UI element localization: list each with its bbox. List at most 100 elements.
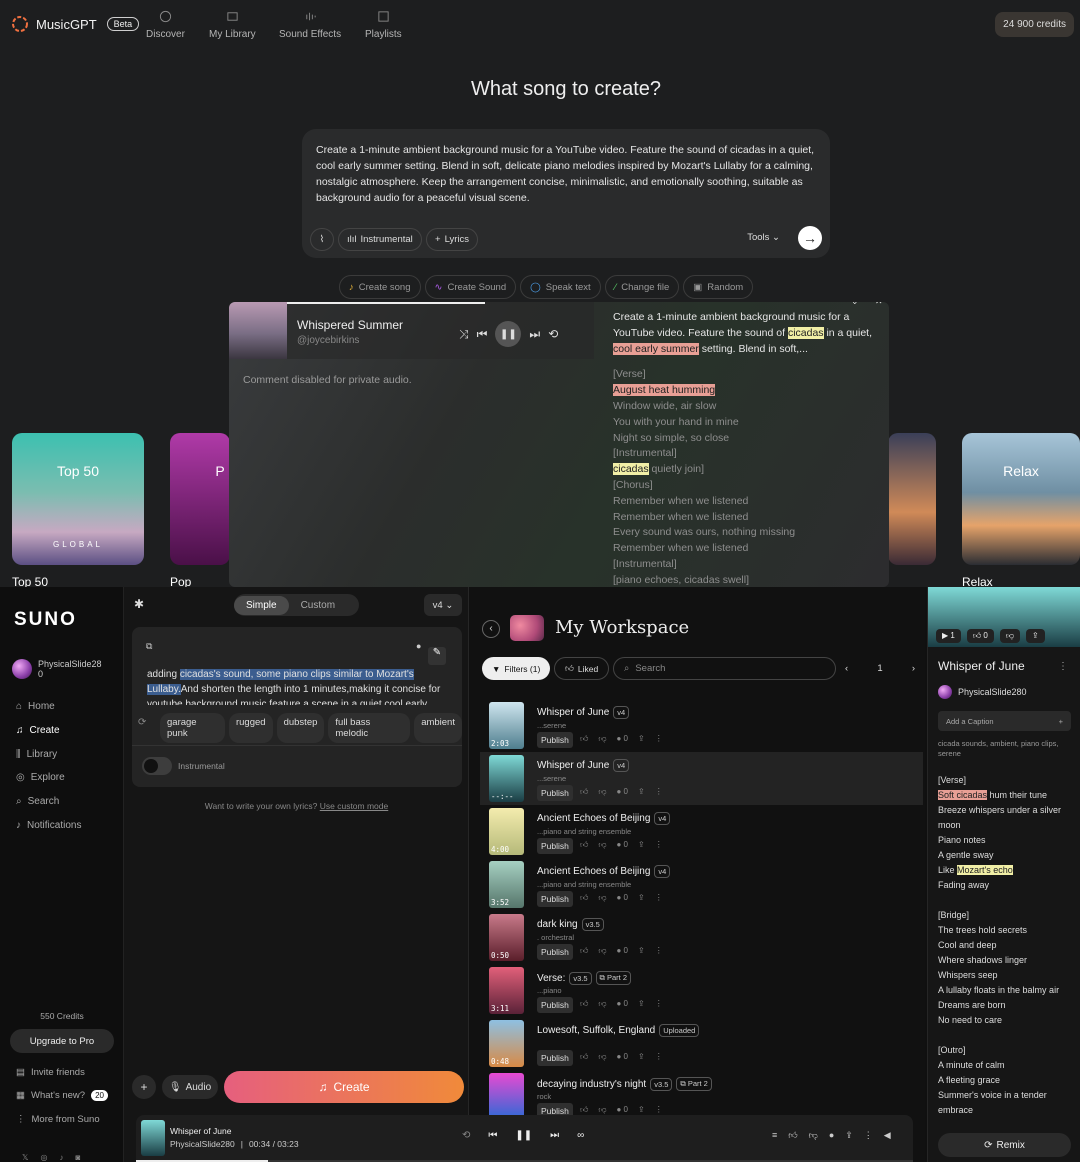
song-title[interactable]: Whisper of June v4 [537, 706, 630, 719]
more-icon[interactable]: ⋮ [655, 893, 663, 903]
chevron-right-icon[interactable]: › [912, 663, 915, 674]
audio-button[interactable]: 🎙︎ Audio [162, 1075, 218, 1099]
share-icon[interactable]: ⇪ [638, 840, 645, 850]
attach-button[interactable]: ⌇ [310, 228, 334, 251]
comment-icon[interactable]: ● 0 [617, 840, 629, 850]
song-row[interactable]: --:-- Whisper of June v4 ...serene Publish 👍︎… [480, 752, 923, 805]
share-icon[interactable]: ⇪ [638, 946, 645, 956]
song-row[interactable]: 0:50 dark king v3.5 . orchestral Publish 👍︎ 👎︎… [480, 911, 923, 964]
thumbs-up-icon[interactable]: 👍︎ [580, 840, 588, 850]
more-icon[interactable]: ⋮ [655, 787, 663, 797]
comment-icon[interactable]: ● 0 [617, 787, 629, 797]
thumbs-down-icon[interactable]: 👎︎ [598, 840, 606, 850]
thumbs-down-icon[interactable]: 👎︎ [598, 1105, 606, 1115]
refresh-icon[interactable]: ⟳ [138, 717, 146, 728]
invite-friends-link[interactable]: ▤ Invite friends [16, 1067, 85, 1078]
sidebar-item-home[interactable]: ⌂ Home [16, 701, 55, 712]
sidebar-item-library[interactable]: ⫼ Library [16, 749, 57, 760]
card-top50[interactable]: Top 50 GLOBAL [12, 433, 144, 565]
more-icon[interactable]: ⋯ [838, 302, 847, 307]
tools-dropdown[interactable]: Tools ⌄ [747, 232, 780, 243]
style-tag[interactable]: garage punk [160, 713, 225, 743]
thumbs-up-icon[interactable]: 👍︎ [788, 1130, 797, 1141]
lyrics-chip[interactable]: + Lyrics [426, 228, 479, 251]
comment-icon[interactable]: ● 0 [617, 946, 629, 956]
shuffle-icon[interactable]: ⤨ [459, 327, 469, 342]
card-pop[interactable]: P [170, 433, 230, 565]
instrumental-chip[interactable]: ılıl Instrumental [338, 228, 422, 251]
song-title[interactable]: Lowesoft, Suffolk, England Uploaded [537, 1024, 700, 1037]
share-button[interactable]: ⇪ [1026, 629, 1045, 643]
next-icon[interactable]: ⏭ [529, 327, 540, 342]
thumbs-down-icon[interactable]: 👎︎ [598, 946, 606, 956]
musicgpt-logo[interactable]: MusicGPT Beta [10, 14, 140, 34]
sidebar-item-explore[interactable]: ◎ Explore [16, 772, 65, 783]
song-row[interactable]: 3:52 Ancient Echoes of Beijing v4 ...piano … [480, 858, 923, 911]
song-title[interactable]: Ancient Echoes of Beijing v4 [537, 812, 671, 825]
custom-mode-link[interactable]: Use custom mode [320, 801, 389, 811]
song-row[interactable]: 4:00 Ancient Echoes of Beijing v4 ...piano … [480, 805, 923, 858]
share-icon[interactable]: ⇪ [638, 787, 645, 797]
copy-icon[interactable]: ⧉ [146, 641, 152, 652]
create-button[interactable]: ♫ Create [224, 1071, 464, 1103]
comment-icon[interactable]: ● 0 [617, 1052, 629, 1062]
next-icon[interactable]: ⏭ [550, 1130, 559, 1141]
previous-icon[interactable]: ⏮ [477, 327, 488, 342]
comment-icon[interactable]: ● 0 [617, 734, 629, 744]
song-row[interactable]: 2:03 Whisper of June v4 ...serene Publish 👍︎ 👎… [480, 699, 923, 752]
comment-icon[interactable]: ● [829, 1130, 834, 1141]
prompt-box[interactable]: Create a 1-minute ambient background mus… [302, 129, 830, 258]
more-icon[interactable]: ⋮ [655, 1052, 663, 1062]
caption-input[interactable]: Add a Caption + [938, 711, 1071, 731]
change-file-button[interactable]: ⁄ Change file [604, 275, 680, 299]
dislike-button[interactable]: 👎︎ [999, 629, 1020, 643]
song-title[interactable]: decaying industry's night v3.5 ⧉ Part 2 [537, 1077, 712, 1091]
sidebar-item-notifications[interactable]: ♪ Notifications [16, 820, 81, 831]
more-icon[interactable]: ⋮ [655, 840, 663, 850]
thumbs-down-icon[interactable]: 👎︎ [598, 734, 606, 744]
credits-badge[interactable]: 24 900 credits [995, 12, 1074, 37]
create-sound-button[interactable]: ∿ Create Sound [424, 275, 517, 299]
part-badge[interactable]: ⧉ Part 2 [676, 1077, 712, 1091]
chevron-left-icon[interactable]: ‹ [845, 663, 848, 674]
send-button[interactable]: → [798, 226, 822, 250]
settings-icon[interactable]: ✱ [134, 597, 144, 611]
player-user[interactable]: PhysicalSlide280 [170, 1139, 235, 1149]
thumbs-up-icon[interactable]: 👍︎ [580, 893, 588, 903]
more-icon[interactable]: ⋮ [864, 1130, 873, 1141]
card-relax[interactable]: Relax [962, 433, 1080, 565]
pause-icon[interactable]: ❚❚ [515, 1130, 532, 1141]
nav-discover[interactable]: Discover [146, 10, 185, 40]
card-label[interactable]: Relax [962, 575, 993, 587]
add-button[interactable]: + [132, 1075, 156, 1099]
filters-button[interactable]: ▼ Filters (1) [482, 657, 551, 680]
chevron-down-icon[interactable]: ⌄ [851, 302, 859, 307]
play-count[interactable]: ▶ 1 [936, 629, 961, 643]
mode-simple[interactable]: Simple [234, 595, 289, 615]
record-icon[interactable]: ● [416, 641, 421, 651]
more-icon[interactable]: ⋮ [655, 946, 663, 956]
more-icon[interactable]: ⋮ [655, 999, 663, 1009]
share-icon[interactable]: ⇪ [845, 1130, 853, 1141]
thumbs-up-icon[interactable]: 👍︎ [580, 734, 588, 744]
song-title[interactable]: dark king v3.5 [537, 918, 604, 931]
style-tag[interactable]: rugged [228, 713, 273, 743]
style-tag[interactable]: dubstep [276, 713, 325, 743]
share-icon[interactable]: ⇪ [638, 999, 645, 1009]
sidebar-item-create[interactable]: ♫ Create [16, 725, 60, 736]
style-tag[interactable]: full bass melodic [328, 713, 411, 743]
part-badge[interactable]: ⧉ Part 2 [595, 971, 631, 985]
thumbs-down-icon[interactable]: 👎︎ [598, 787, 606, 797]
publish-button[interactable]: Publish [537, 785, 573, 801]
suno-logo[interactable]: SUNO [14, 609, 77, 631]
previous-icon[interactable]: ⏮ [488, 1130, 497, 1141]
mode-custom[interactable]: Custom [289, 596, 347, 615]
share-icon[interactable]: ⇪ [638, 1105, 645, 1115]
thumbs-up-icon[interactable]: 👍︎ [580, 1105, 588, 1115]
remix-button[interactable]: ⟳ Remix [938, 1133, 1071, 1157]
share-icon[interactable]: ⇪ [638, 893, 645, 903]
prompt-text[interactable]: Create a 1-minute ambient background mus… [316, 142, 816, 206]
comment-icon[interactable]: ● 0 [617, 999, 629, 1009]
nav-sound-effects[interactable]: Sound Effects [279, 10, 341, 40]
song-description-input[interactable]: adding cicadas's sound, some piano clips… [147, 667, 455, 705]
